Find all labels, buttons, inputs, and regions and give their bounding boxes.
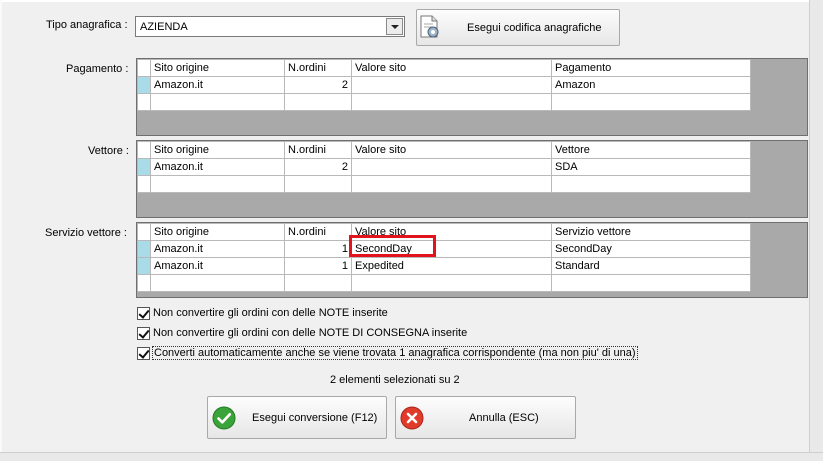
- column-header[interactable]: Sito origine: [150, 141, 285, 159]
- highlight-box: [349, 235, 436, 257]
- table-row[interactable]: Amazon.it 2 SDA: [137, 158, 751, 176]
- check-circle-icon: [212, 406, 236, 430]
- cell-valore-sito[interactable]: Expedited: [351, 257, 552, 275]
- table-header-row: Sito origine N.ordini Valore sito Vettor…: [137, 141, 751, 159]
- cell-n-ordini[interactable]: 2: [284, 76, 352, 94]
- column-header[interactable]: N.ordini: [284, 141, 352, 159]
- cell-vettore[interactable]: SDA: [551, 158, 751, 176]
- cell-n-ordini[interactable]: 2: [284, 158, 352, 176]
- row-selector[interactable]: [137, 257, 151, 275]
- tipo-anagrafica-label: Tipo anagrafica :: [46, 19, 128, 31]
- option-no-note-label: Non convertire gli ordini con delle NOTE…: [153, 307, 388, 319]
- cell-sito-origine[interactable]: Amazon.it: [150, 240, 285, 258]
- vettore-grid[interactable]: Sito origine N.ordini Valore sito Vettor…: [136, 140, 808, 218]
- cell-n-ordini[interactable]: 1: [284, 240, 352, 258]
- table-row-empty[interactable]: [137, 175, 751, 193]
- checkbox-check-icon[interactable]: [137, 307, 150, 320]
- table-header-row: Sito origine N.ordini Valore sito Serviz…: [137, 223, 751, 241]
- esegui-codifica-button[interactable]: Esegui codifica anagrafiche: [416, 9, 620, 46]
- row-selector[interactable]: [137, 76, 151, 94]
- cell-sito-origine[interactable]: Amazon.it: [150, 158, 285, 176]
- cell-sito-origine[interactable]: Amazon.it: [150, 76, 285, 94]
- column-header[interactable]: Pagamento: [551, 59, 751, 77]
- cell-valore-sito[interactable]: [351, 158, 552, 176]
- row-selector[interactable]: [137, 240, 151, 258]
- option-no-note-consegna-label: Non convertire gli ordini con delle NOTE…: [153, 327, 468, 339]
- esegui-conversione-label: Esegui conversione (F12): [252, 412, 378, 424]
- table-row-empty[interactable]: [137, 274, 751, 292]
- row-selector[interactable]: [137, 274, 151, 292]
- pagamento-grid[interactable]: Sito origine N.ordini Valore sito Pagame…: [136, 58, 808, 136]
- window-top-edge: [0, 0, 823, 2]
- option-converti-auto-label: Converti automaticamente anche se viene …: [152, 346, 638, 360]
- row-selector-header: [137, 141, 151, 159]
- servizio-vettore-grid[interactable]: Sito origine N.ordini Valore sito Serviz…: [136, 222, 808, 298]
- window-bottom-edge: [0, 452, 823, 461]
- cell-sito-origine[interactable]: Amazon.it: [150, 257, 285, 275]
- tipo-anagrafica-select[interactable]: AZIENDA: [135, 16, 405, 37]
- cell-n-ordini[interactable]: 1: [284, 257, 352, 275]
- window-left-edge: [0, 0, 2, 461]
- checkbox-check-icon[interactable]: [137, 347, 150, 360]
- row-selector[interactable]: [137, 93, 151, 111]
- row-selector[interactable]: [137, 175, 151, 193]
- cell-servizio-vettore[interactable]: SecondDay: [551, 240, 751, 258]
- row-selector[interactable]: [137, 158, 151, 176]
- column-header[interactable]: Valore sito: [351, 141, 552, 159]
- servizio-vettore-table: Sito origine N.ordini Valore sito Serviz…: [137, 223, 751, 292]
- esegui-conversione-button[interactable]: Esegui conversione (F12): [207, 396, 387, 439]
- pagamento-table: Sito origine N.ordini Valore sito Pagame…: [137, 59, 751, 111]
- selection-status: 2 elementi selezionati su 2: [330, 374, 460, 386]
- column-header[interactable]: N.ordini: [284, 59, 352, 77]
- row-selector-header: [137, 59, 151, 77]
- table-row[interactable]: Amazon.it 1 Expedited Standard: [137, 257, 751, 275]
- column-header[interactable]: Servizio vettore: [551, 223, 751, 241]
- table-row[interactable]: Amazon.it 1 SecondDay SecondDay: [137, 240, 751, 258]
- vettore-label: Vettore :: [88, 145, 129, 157]
- row-selector-header: [137, 223, 151, 241]
- column-header[interactable]: Vettore: [551, 141, 751, 159]
- annulla-label: Annulla (ESC): [469, 412, 539, 424]
- checkbox-check-icon[interactable]: [137, 327, 150, 340]
- table-row[interactable]: Amazon.it 2 Amazon: [137, 76, 751, 94]
- tipo-anagrafica-value: AZIENDA: [140, 21, 188, 33]
- cell-servizio-vettore[interactable]: Standard: [551, 257, 751, 275]
- column-header[interactable]: Sito origine: [150, 223, 285, 241]
- table-header-row: Sito origine N.ordini Valore sito Pagame…: [137, 59, 751, 77]
- vettore-table: Sito origine N.ordini Valore sito Vettor…: [137, 141, 751, 193]
- cell-valore-sito[interactable]: [351, 76, 552, 94]
- servizio-vettore-label: Servizio vettore :: [45, 227, 127, 239]
- window-right-edge: [809, 0, 823, 461]
- column-header[interactable]: Valore sito: [351, 59, 552, 77]
- table-row-empty[interactable]: [137, 93, 751, 111]
- esegui-codifica-label: Esegui codifica anagrafiche: [467, 22, 602, 34]
- pagamento-label: Pagamento :: [66, 63, 129, 75]
- x-circle-icon: [400, 406, 424, 430]
- column-header[interactable]: Sito origine: [150, 59, 285, 77]
- column-header[interactable]: N.ordini: [284, 223, 352, 241]
- annulla-button[interactable]: Annulla (ESC): [395, 396, 576, 439]
- cell-pagamento[interactable]: Amazon: [551, 76, 751, 94]
- chevron-down-icon[interactable]: [386, 18, 403, 35]
- document-gear-icon: [420, 15, 439, 38]
